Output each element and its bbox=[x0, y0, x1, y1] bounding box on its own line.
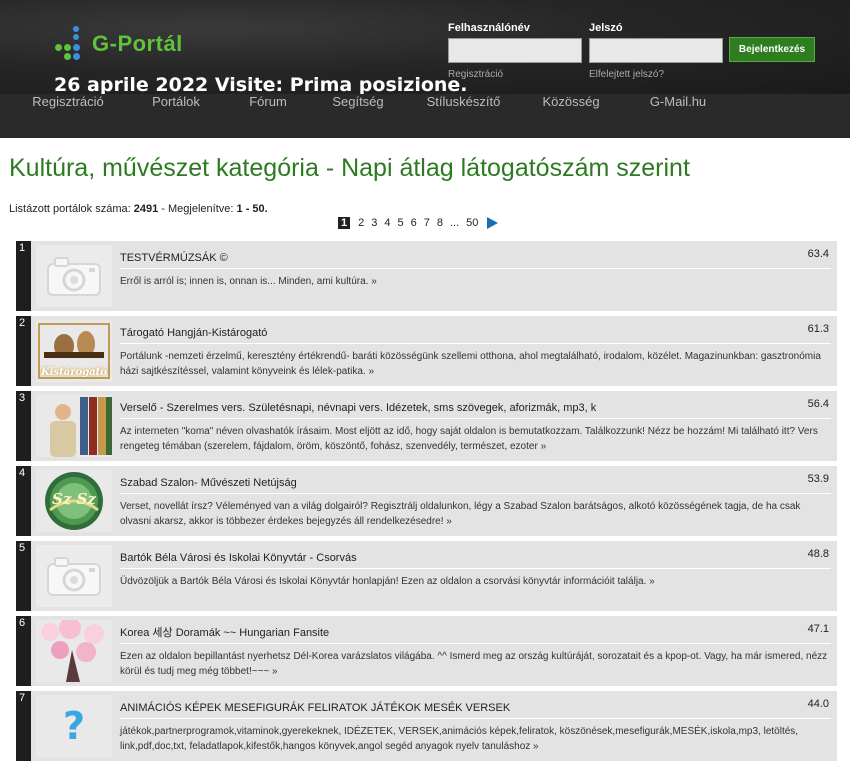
password-label: Jelszó bbox=[589, 22, 623, 34]
page-title: Kultúra, művészet kategória - Napi átlag… bbox=[9, 154, 690, 182]
cherry-blossom-icon bbox=[41, 620, 104, 682]
forgot-password-link[interactable]: Elfelejtett jelszó? bbox=[589, 69, 664, 80]
login-button[interactable]: Bejelentkezés bbox=[729, 37, 815, 62]
portal-name-link[interactable]: Szabad Szalon- Művészeti Netújság bbox=[120, 477, 297, 489]
nav-item-gmail[interactable]: G-Mail.hu bbox=[611, 94, 745, 138]
password-input[interactable] bbox=[589, 38, 723, 63]
list-summary: Listázott portálok száma: 2491 - Megjele… bbox=[9, 203, 268, 215]
entry-header: Korea 세상 Doramák ~~ Hungarian Fansite 47… bbox=[120, 623, 831, 640]
tarogato-scene-icon bbox=[44, 331, 104, 358]
portal-description[interactable]: Üdvözöljük a Bartók Béla Városi és Iskol… bbox=[120, 568, 831, 589]
page-link[interactable]: 6 bbox=[411, 217, 417, 229]
entry-header: Tárogató Hangján-Kistárogató 61.3 bbox=[120, 323, 831, 340]
logo-dots-icon bbox=[52, 24, 92, 64]
rank-badge: 3 bbox=[16, 391, 31, 461]
rank-badge: 4 bbox=[16, 466, 31, 536]
portal-thumbnail[interactable]: Kistárogató bbox=[36, 320, 112, 382]
nav-item-forum[interactable]: Fórum bbox=[216, 94, 320, 138]
portal-description[interactable]: Portálunk -nemzeti érzelmű, keresztény é… bbox=[120, 343, 831, 379]
portal-score: 61.3 bbox=[807, 323, 829, 335]
portal-thumbnail[interactable] bbox=[36, 395, 112, 457]
entry-header: Szabad Szalon- Művészeti Netújság 53.9 bbox=[120, 473, 831, 490]
logo-text: G-Portál bbox=[92, 31, 183, 56]
portal-thumbnail[interactable] bbox=[36, 545, 112, 607]
summary-separator: - bbox=[161, 203, 165, 215]
portal-score: 63.4 bbox=[807, 248, 829, 260]
page-link[interactable]: 2 bbox=[358, 217, 364, 229]
portal-thumbnail[interactable] bbox=[36, 245, 112, 307]
next-page-arrow-icon[interactable] bbox=[487, 217, 499, 229]
list-item: 3 Verselő - Szerelmes vers. Születésnapi… bbox=[16, 391, 837, 461]
shown-label: Megjelenítve: bbox=[168, 203, 234, 215]
count-label: Listázott portálok száma: bbox=[9, 203, 131, 215]
page-link[interactable]: 8 bbox=[437, 217, 443, 229]
entry-header: Verselő - Szerelmes vers. Születésnapi, … bbox=[120, 398, 831, 415]
list-item: 5 Bartók Béla Városi és Iskolai Könyvtár… bbox=[16, 541, 837, 611]
site-motto: 26 aprile 2022 Visite: Prima posizione. bbox=[54, 74, 468, 96]
rank-badge: 7 bbox=[16, 691, 31, 761]
thumbnail-caption: Sz Sz bbox=[52, 490, 96, 508]
rank-badge: 6 bbox=[16, 616, 31, 686]
portal-description[interactable]: Verset, novellát írsz? Véleményed van a … bbox=[120, 493, 831, 529]
portal-thumbnail[interactable] bbox=[36, 620, 112, 682]
portal-description[interactable]: Erről is arról is; innen is, onnan is...… bbox=[120, 268, 831, 289]
question-mark-icon: ? bbox=[62, 704, 86, 748]
portal-description[interactable]: Ezen az oldalon bepillantást nyerhetsz D… bbox=[120, 643, 831, 679]
person-icon bbox=[50, 404, 76, 457]
site-header: G-Portál 26 aprile 2022 Visite: Prima po… bbox=[0, 0, 850, 138]
site-logo[interactable]: G-Portál bbox=[52, 22, 183, 66]
portal-name-link[interactable]: Verselő - Szerelmes vers. Születésnapi, … bbox=[120, 402, 596, 414]
portal-score: 47.1 bbox=[807, 623, 829, 635]
entry-header: TESTVÉRMÚZSÁK © 63.4 bbox=[120, 248, 831, 265]
nav-item-portals[interactable]: Portálok bbox=[136, 94, 216, 138]
portal-thumbnail[interactable]: Sz Sz bbox=[36, 470, 112, 532]
list-item: 6 Korea 세상 Doramák ~~ Hungarian Fansite … bbox=[16, 616, 837, 686]
portal-name-link[interactable]: Korea 세상 Doramák ~~ Hungarian Fansite bbox=[120, 627, 329, 639]
portal-description[interactable]: Az interneten "koma" néven olvashatók ír… bbox=[120, 418, 831, 454]
portal-score: 56.4 bbox=[807, 398, 829, 410]
page-current: 1 bbox=[338, 217, 351, 229]
portal-thumbnail[interactable]: ? bbox=[36, 695, 112, 757]
rank-badge: 2 bbox=[16, 316, 31, 386]
register-link[interactable]: Regisztráció bbox=[448, 69, 503, 80]
camera-placeholder-icon bbox=[36, 245, 112, 307]
rank-badge: 5 bbox=[16, 541, 31, 611]
nav-item-community[interactable]: Közösség bbox=[531, 94, 611, 138]
list-item: 7 ? ANIMÁCIÓS KÉPEK MESEFIGURÁK FELIRATO… bbox=[16, 691, 837, 761]
page-link-last[interactable]: 50 bbox=[466, 217, 478, 229]
page-link[interactable]: 5 bbox=[398, 217, 404, 229]
portal-name-link[interactable]: Bartók Béla Városi és Iskolai Könyvtár -… bbox=[120, 552, 357, 564]
portal-score: 48.8 bbox=[807, 548, 829, 560]
thumbnail-caption: Kistárogató bbox=[41, 367, 107, 378]
portal-description[interactable]: játékok,partnerprogramok,vitaminok,gyere… bbox=[120, 718, 831, 754]
nav-item-help[interactable]: Segítség bbox=[320, 94, 396, 138]
portal-name-link[interactable]: TESTVÉRMÚZSÁK © bbox=[120, 252, 228, 264]
username-label: Felhasználónév bbox=[448, 22, 530, 34]
portal-score: 44.0 bbox=[807, 698, 829, 710]
page-link[interactable]: 7 bbox=[424, 217, 430, 229]
page-link[interactable]: 3 bbox=[371, 217, 377, 229]
username-input[interactable] bbox=[448, 38, 582, 63]
pagination: 1 2 3 4 5 6 7 8 ... 50 bbox=[338, 216, 499, 230]
nav-item-registration[interactable]: Regisztráció bbox=[0, 94, 136, 138]
entry-header: Bartók Béla Városi és Iskolai Könyvtár -… bbox=[120, 548, 831, 565]
portal-name-link[interactable]: Tárogató Hangján-Kistárogató bbox=[120, 327, 267, 339]
page-link[interactable]: 4 bbox=[384, 217, 390, 229]
list-item: 4 Sz Sz Szabad Szalon- Művészeti Netújsá… bbox=[16, 466, 837, 536]
rank-badge: 1 bbox=[16, 241, 31, 311]
main-nav: Regisztráció Portálok Fórum Segítség Stí… bbox=[0, 94, 850, 138]
shown-value: 1 - 50. bbox=[236, 203, 268, 215]
page-ellipsis: ... bbox=[450, 217, 460, 229]
portal-list: 1 TESTVÉRMÚZSÁK © 63.4 Erről is arról is… bbox=[16, 241, 837, 766]
portal-name-link[interactable]: ANIMÁCIÓS KÉPEK MESEFIGURÁK FELIRATOK JÁ… bbox=[120, 702, 510, 714]
entry-header: ANIMÁCIÓS KÉPEK MESEFIGURÁK FELIRATOK JÁ… bbox=[120, 698, 831, 715]
list-item: 1 TESTVÉRMÚZSÁK © 63.4 Erről is arról is… bbox=[16, 241, 837, 311]
list-item: 2 Kistárogató Tárogató Hangján-Kistároga… bbox=[16, 316, 837, 386]
count-value: 2491 bbox=[133, 203, 159, 215]
nav-item-style-editor[interactable]: Stíluskészítő bbox=[396, 94, 531, 138]
portal-score: 53.9 bbox=[807, 473, 829, 485]
camera-placeholder-icon bbox=[36, 545, 112, 607]
